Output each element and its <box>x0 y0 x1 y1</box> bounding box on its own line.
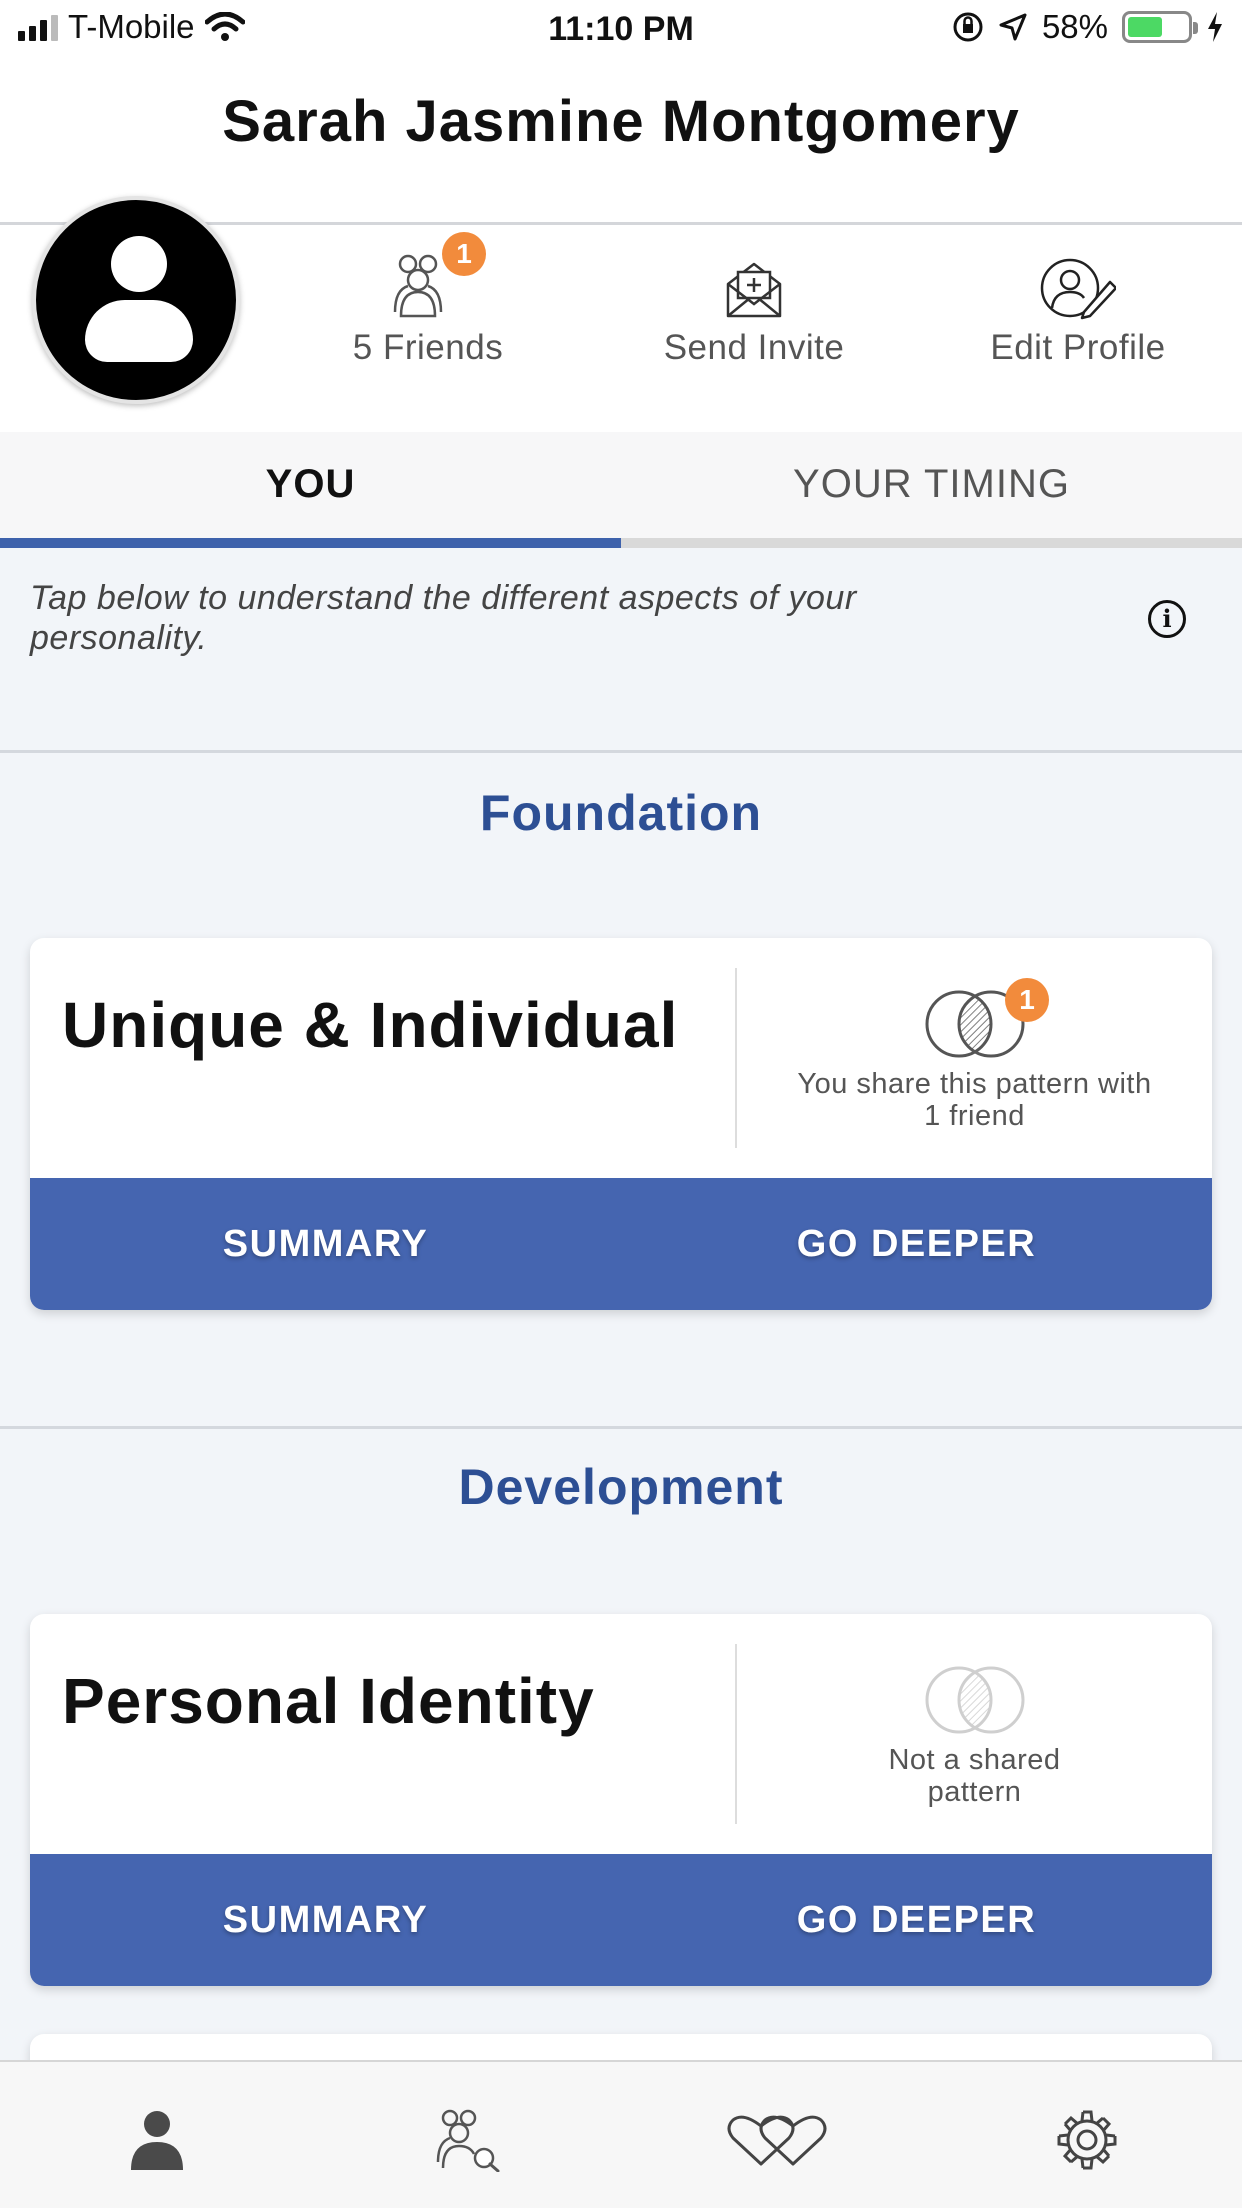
shared-pattern-info[interactable]: 1 You share this pattern with 1 friend <box>737 978 1212 1132</box>
share-text-line1: You share this pattern with <box>797 1068 1152 1100</box>
section-divider <box>0 1426 1242 1429</box>
share-text-line1: Not a shared <box>888 1744 1061 1776</box>
edit-profile-button[interactable]: Edit Profile <box>948 248 1208 368</box>
friends-badge: 1 <box>442 232 486 276</box>
pattern-card-partial <box>30 2034 1212 2060</box>
orientation-lock-icon <box>953 12 983 42</box>
tab-you[interactable]: YOU <box>0 432 621 548</box>
friends-label: 5 Friends <box>352 328 504 367</box>
pattern-card-personal-identity: Personal Identity Not a shared pattern S… <box>30 1614 1212 1986</box>
friends-button[interactable]: 1 5 Friends <box>298 232 558 368</box>
venn-not-shared-icon <box>925 1666 1024 1734</box>
bottom-tab-bar <box>0 2060 1242 2208</box>
send-invite-button[interactable]: Send Invite <box>624 248 884 368</box>
card-title: Personal Identity <box>62 1665 595 1737</box>
share-text-line2: 1 friend <box>924 1100 1025 1132</box>
page-title: Sarah Jasmine Montgomery <box>222 89 1020 154</box>
go-deeper-button[interactable]: GO DEEPER <box>621 1178 1212 1310</box>
section-divider <box>0 750 1242 753</box>
send-invite-label: Send Invite <box>663 328 845 367</box>
person-icon <box>131 2111 183 2170</box>
section-title-foundation: Foundation <box>479 785 763 841</box>
card-action-bar: SUMMARY GO DEEPER <box>30 1854 1212 1986</box>
nav-settings[interactable] <box>1032 2100 1142 2180</box>
nav-friends-search[interactable] <box>411 2100 521 2180</box>
nav-hearts[interactable] <box>722 2100 832 2180</box>
section-title-development: Development <box>458 1459 784 1515</box>
intro-text: Tap below to understand the different as… <box>30 579 857 657</box>
tab-your-timing[interactable]: YOUR TIMING <box>621 432 1242 548</box>
share-text-line2: pattern <box>927 1776 1022 1808</box>
nav-profile[interactable] <box>102 2100 212 2180</box>
tab-bar: YOU YOUR TIMING <box>0 432 1242 548</box>
shared-pattern-info[interactable]: Not a shared pattern <box>737 1654 1212 1808</box>
edit-profile-icon <box>1040 258 1116 320</box>
invite-envelope-icon <box>726 262 782 318</box>
info-icon[interactable]: i <box>1148 600 1186 638</box>
shared-count-badge: 1 <box>1005 978 1049 1022</box>
friends-search-icon <box>436 2109 500 2172</box>
charging-icon <box>1208 12 1222 42</box>
location-icon <box>999 13 1027 41</box>
hearts-icon <box>727 2115 827 2166</box>
status-bar: T-Mobile 11:10 PM 58% <box>0 0 1242 62</box>
card-action-bar: SUMMARY GO DEEPER <box>30 1178 1212 1310</box>
card-title: Unique & Individual <box>62 989 679 1061</box>
content-scroll[interactable]: Tap below to understand the different as… <box>0 548 1242 2060</box>
tab-indicator <box>0 538 621 548</box>
pattern-card-unique-individual: Unique & Individual 1 You share this pat… <box>30 938 1212 1310</box>
avatar[interactable] <box>32 196 240 404</box>
gear-icon <box>1057 2110 1117 2170</box>
go-deeper-button[interactable]: GO DEEPER <box>621 1854 1212 1986</box>
battery-percent: 58% <box>1041 8 1108 45</box>
summary-button[interactable]: SUMMARY <box>30 1854 621 1986</box>
summary-button[interactable]: SUMMARY <box>30 1178 621 1310</box>
battery-icon <box>1122 11 1198 43</box>
edit-profile-label: Edit Profile <box>990 328 1166 367</box>
